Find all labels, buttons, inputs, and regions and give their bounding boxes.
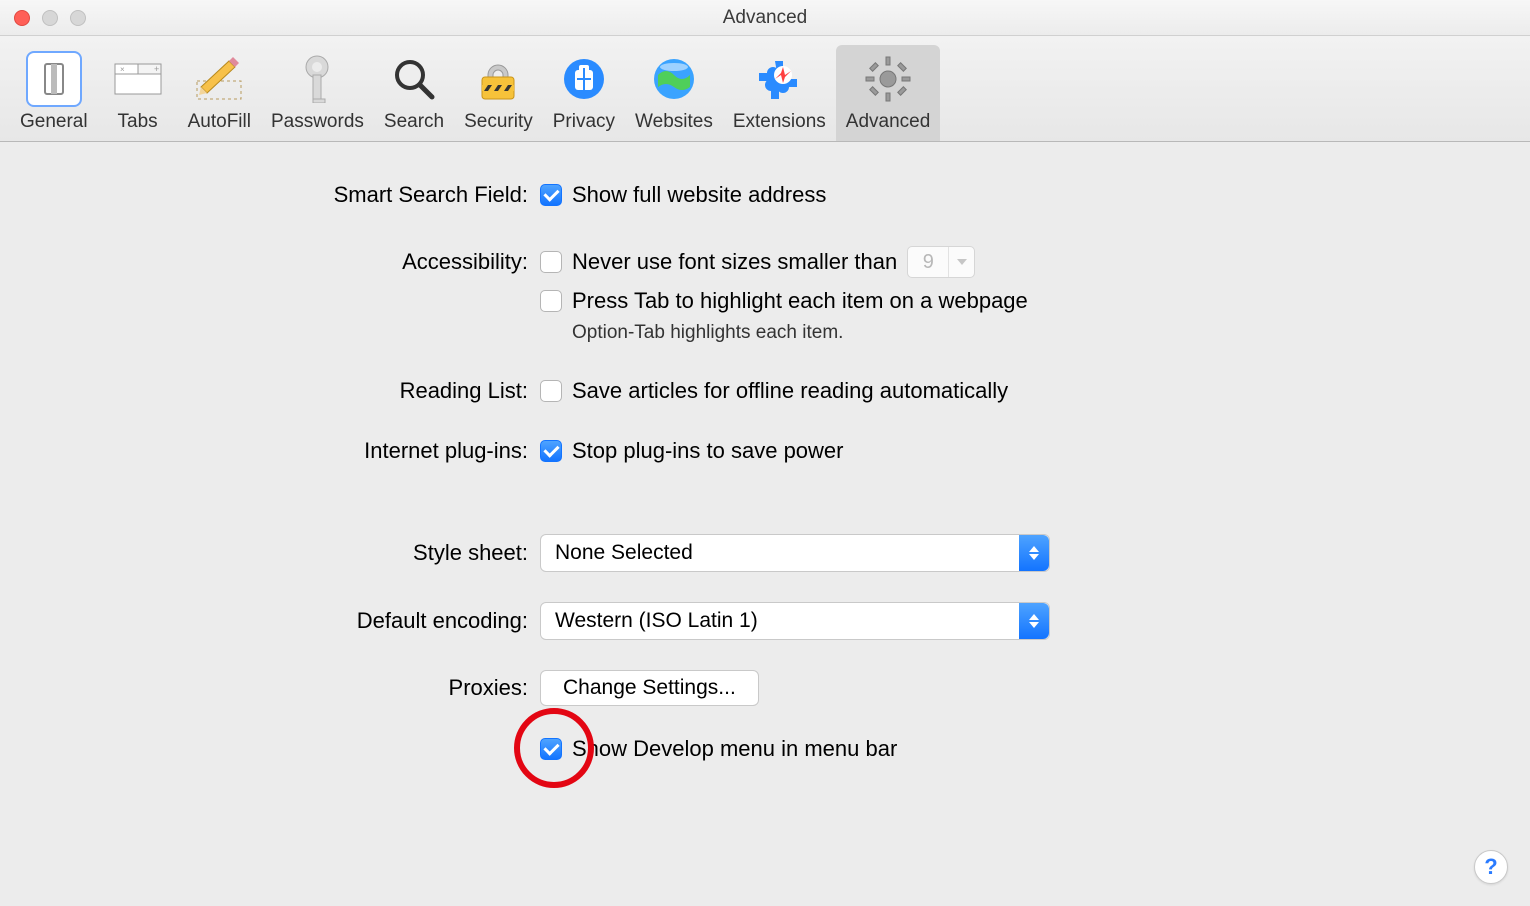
toolbar-tab-tabs[interactable]: ×+ Tabs: [98, 45, 178, 141]
advanced-icon: [860, 51, 916, 107]
toolbar-tab-search[interactable]: Search: [374, 45, 454, 141]
reading-list-label: Reading List:: [40, 378, 540, 404]
help-button[interactable]: ?: [1474, 850, 1508, 884]
font-min-size-value: 9: [908, 247, 948, 277]
toolbar-tab-label: Extensions: [733, 111, 826, 133]
accessibility-label: Accessibility:: [40, 249, 540, 275]
toolbar-tab-label: AutoFill: [188, 111, 251, 133]
default-encoding-label: Default encoding:: [40, 608, 540, 634]
general-icon: [26, 51, 82, 107]
show-full-address-checkbox[interactable]: [540, 184, 562, 206]
zoom-window-button[interactable]: [70, 10, 86, 26]
security-icon: [470, 51, 526, 107]
toolbar-tab-security[interactable]: Security: [454, 45, 543, 141]
font-min-size-stepper[interactable]: 9: [907, 246, 975, 278]
press-tab-label: Press Tab to highlight each item on a we…: [572, 288, 1028, 314]
toolbar-tab-extensions[interactable]: Extensions: [723, 45, 836, 141]
search-icon: [386, 51, 442, 107]
autofill-icon: [191, 51, 247, 107]
toolbar-tab-label: Privacy: [553, 111, 615, 133]
default-encoding-select[interactable]: Western (ISO Latin 1): [540, 602, 1050, 640]
change-settings-button[interactable]: Change Settings...: [540, 670, 759, 706]
plugins-label: Internet plug-ins:: [40, 438, 540, 464]
extensions-icon: [751, 51, 807, 107]
stop-plugins-checkbox[interactable]: [540, 440, 562, 462]
save-offline-label: Save articles for offline reading automa…: [572, 378, 1008, 404]
toolbar-tab-label: Tabs: [118, 111, 158, 133]
preferences-toolbar: General ×+ Tabs AutoFill Passwords Searc…: [0, 36, 1530, 142]
style-sheet-label: Style sheet:: [40, 540, 540, 566]
default-encoding-value: Western (ISO Latin 1): [555, 609, 758, 633]
websites-icon: [646, 51, 702, 107]
toolbar-tab-label: Websites: [635, 111, 713, 133]
window-title: Advanced: [0, 7, 1530, 29]
toolbar-tab-label: Advanced: [846, 111, 931, 133]
stop-plugins-label: Stop plug-ins to save power: [572, 438, 844, 464]
passwords-icon: [289, 51, 345, 107]
option-tab-hint: Option-Tab highlights each item.: [572, 322, 843, 344]
help-icon: ?: [1484, 854, 1497, 880]
window-titlebar: Advanced: [0, 0, 1530, 36]
toolbar-tab-passwords[interactable]: Passwords: [261, 45, 374, 141]
show-full-address-label: Show full website address: [572, 182, 826, 208]
toolbar-tab-label: Security: [464, 111, 533, 133]
proxies-label: Proxies:: [40, 675, 540, 701]
tabs-icon: ×+: [110, 51, 166, 107]
privacy-icon: [556, 51, 612, 107]
never-font-smaller-checkbox[interactable]: [540, 251, 562, 273]
select-arrows-icon: [1019, 603, 1049, 639]
toolbar-tab-label: Search: [384, 111, 444, 133]
press-tab-checkbox[interactable]: [540, 290, 562, 312]
show-develop-menu-label: Show Develop menu in menu bar: [572, 736, 897, 762]
svg-text:+: +: [154, 64, 159, 74]
close-window-button[interactable]: [14, 10, 30, 26]
window-controls: [14, 10, 86, 26]
svg-text:×: ×: [120, 65, 125, 74]
minimize-window-button[interactable]: [42, 10, 58, 26]
preferences-content: Smart Search Field: Show full website ad…: [0, 142, 1530, 812]
toolbar-tab-autofill[interactable]: AutoFill: [178, 45, 261, 141]
style-sheet-select[interactable]: None Selected: [540, 534, 1050, 572]
toolbar-tab-advanced[interactable]: Advanced: [836, 45, 941, 141]
toolbar-tab-general[interactable]: General: [10, 45, 98, 141]
never-font-smaller-label: Never use font sizes smaller than: [572, 249, 897, 275]
select-arrows-icon: [1019, 535, 1049, 571]
chevron-down-icon: [948, 247, 974, 277]
smart-search-label: Smart Search Field:: [40, 182, 540, 208]
save-offline-checkbox[interactable]: [540, 380, 562, 402]
show-develop-menu-checkbox[interactable]: [540, 738, 562, 760]
toolbar-tab-privacy[interactable]: Privacy: [543, 45, 625, 141]
toolbar-tab-label: General: [20, 111, 88, 133]
toolbar-tab-label: Passwords: [271, 111, 364, 133]
style-sheet-value: None Selected: [555, 541, 693, 565]
toolbar-tab-websites[interactable]: Websites: [625, 45, 723, 141]
